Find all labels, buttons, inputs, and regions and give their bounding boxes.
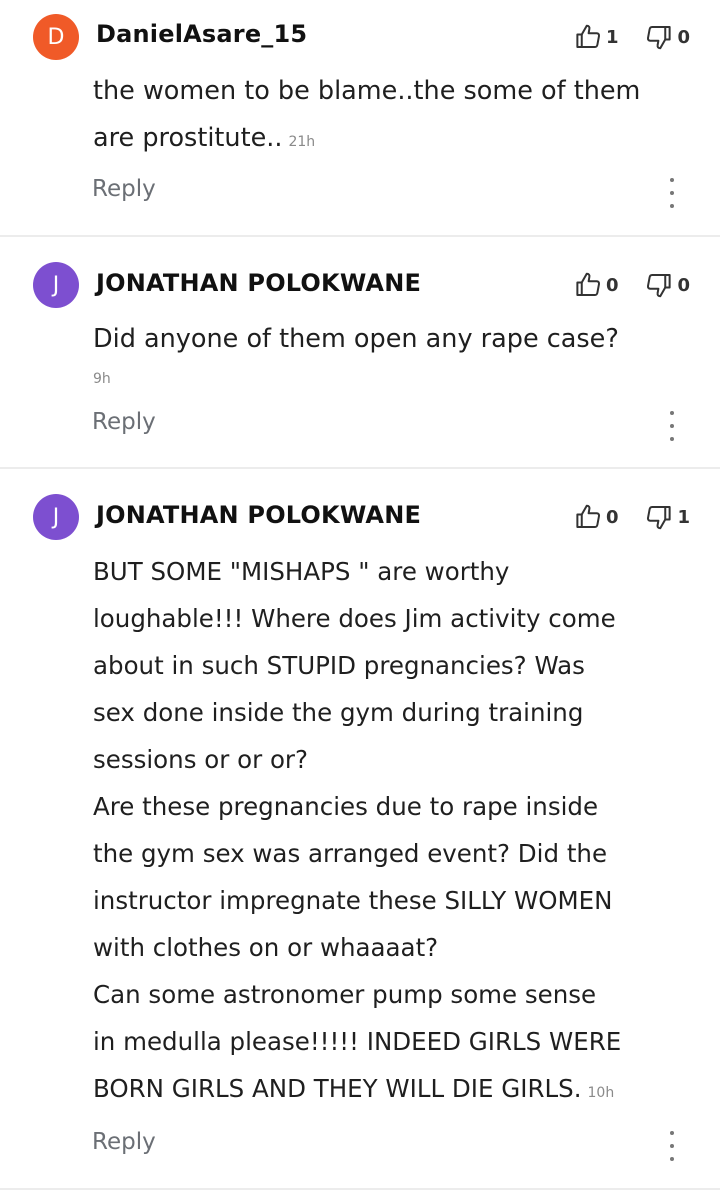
dislike-count: 0: [677, 274, 690, 296]
more-options-icon[interactable]: [662, 178, 682, 208]
dislike-button[interactable]: 0: [644, 22, 690, 52]
comment-author[interactable]: JONATHAN POLOKWANE: [96, 501, 421, 529]
thumbs-down-icon: [647, 274, 672, 298]
vote-controls: 0 0: [547, 270, 690, 300]
like-button[interactable]: 0: [573, 270, 619, 300]
comment-text: BUT SOME "MISHAPS " are worthy loughable…: [93, 557, 622, 1103]
vote-controls: 0 1: [547, 502, 690, 532]
comment-timestamp: 9h: [93, 371, 111, 387]
dislike-button[interactable]: 0: [644, 270, 690, 300]
thumbs-down-icon: [647, 506, 672, 530]
comment-body: the women to be blame..the some of them …: [93, 68, 693, 166]
like-button[interactable]: 1: [573, 22, 619, 52]
like-count: 0: [605, 274, 619, 296]
comment-body: Did anyone of them open any rape case?: [93, 316, 693, 363]
thumbs-down-icon: [647, 26, 672, 50]
like-count: 0: [605, 506, 619, 528]
avatar-initial: D: [47, 24, 65, 50]
avatar[interactable]: J: [33, 262, 79, 308]
avatar[interactable]: J: [33, 494, 79, 540]
dislike-count: 0: [677, 26, 690, 48]
thumbs-up-icon: [576, 272, 600, 296]
comment-body: BUT SOME "MISHAPS " are worthy loughable…: [93, 548, 693, 1117]
thumbs-up-icon: [576, 24, 600, 48]
comment-card: D DanielAsare_15 1 0 the women to be bla…: [0, 0, 720, 237]
comment-text: the women to be blame..the some of them …: [93, 76, 641, 153]
comment-text: Did anyone of them open any rape case?: [93, 324, 619, 354]
avatar-initial: J: [52, 504, 60, 530]
vote-controls: 1 0: [547, 22, 690, 52]
comment-author[interactable]: JONATHAN POLOKWANE: [96, 269, 421, 297]
dislike-button[interactable]: 1: [644, 502, 690, 532]
dislike-count: 1: [677, 506, 690, 528]
reply-button[interactable]: Reply: [92, 1129, 156, 1155]
avatar-initial: J: [52, 272, 60, 298]
comment-timestamp: 21h: [288, 134, 316, 150]
comment-timestamp: 10h: [587, 1085, 615, 1101]
reply-button[interactable]: Reply: [92, 176, 156, 202]
like-count: 1: [605, 26, 619, 48]
more-options-icon[interactable]: [662, 1131, 682, 1161]
comment-card: J JONATHAN POLOKWANE 0 1 BUT SOME "MISHA…: [0, 469, 720, 1190]
comment-card: J JONATHAN POLOKWANE 0 0 Did anyone of t…: [0, 237, 720, 469]
thumbs-up-icon: [576, 504, 600, 528]
avatar[interactable]: D: [33, 14, 79, 60]
comment-author[interactable]: DanielAsare_15: [96, 20, 307, 48]
reply-button[interactable]: Reply: [92, 409, 156, 435]
more-options-icon[interactable]: [662, 411, 682, 441]
like-button[interactable]: 0: [573, 502, 619, 532]
